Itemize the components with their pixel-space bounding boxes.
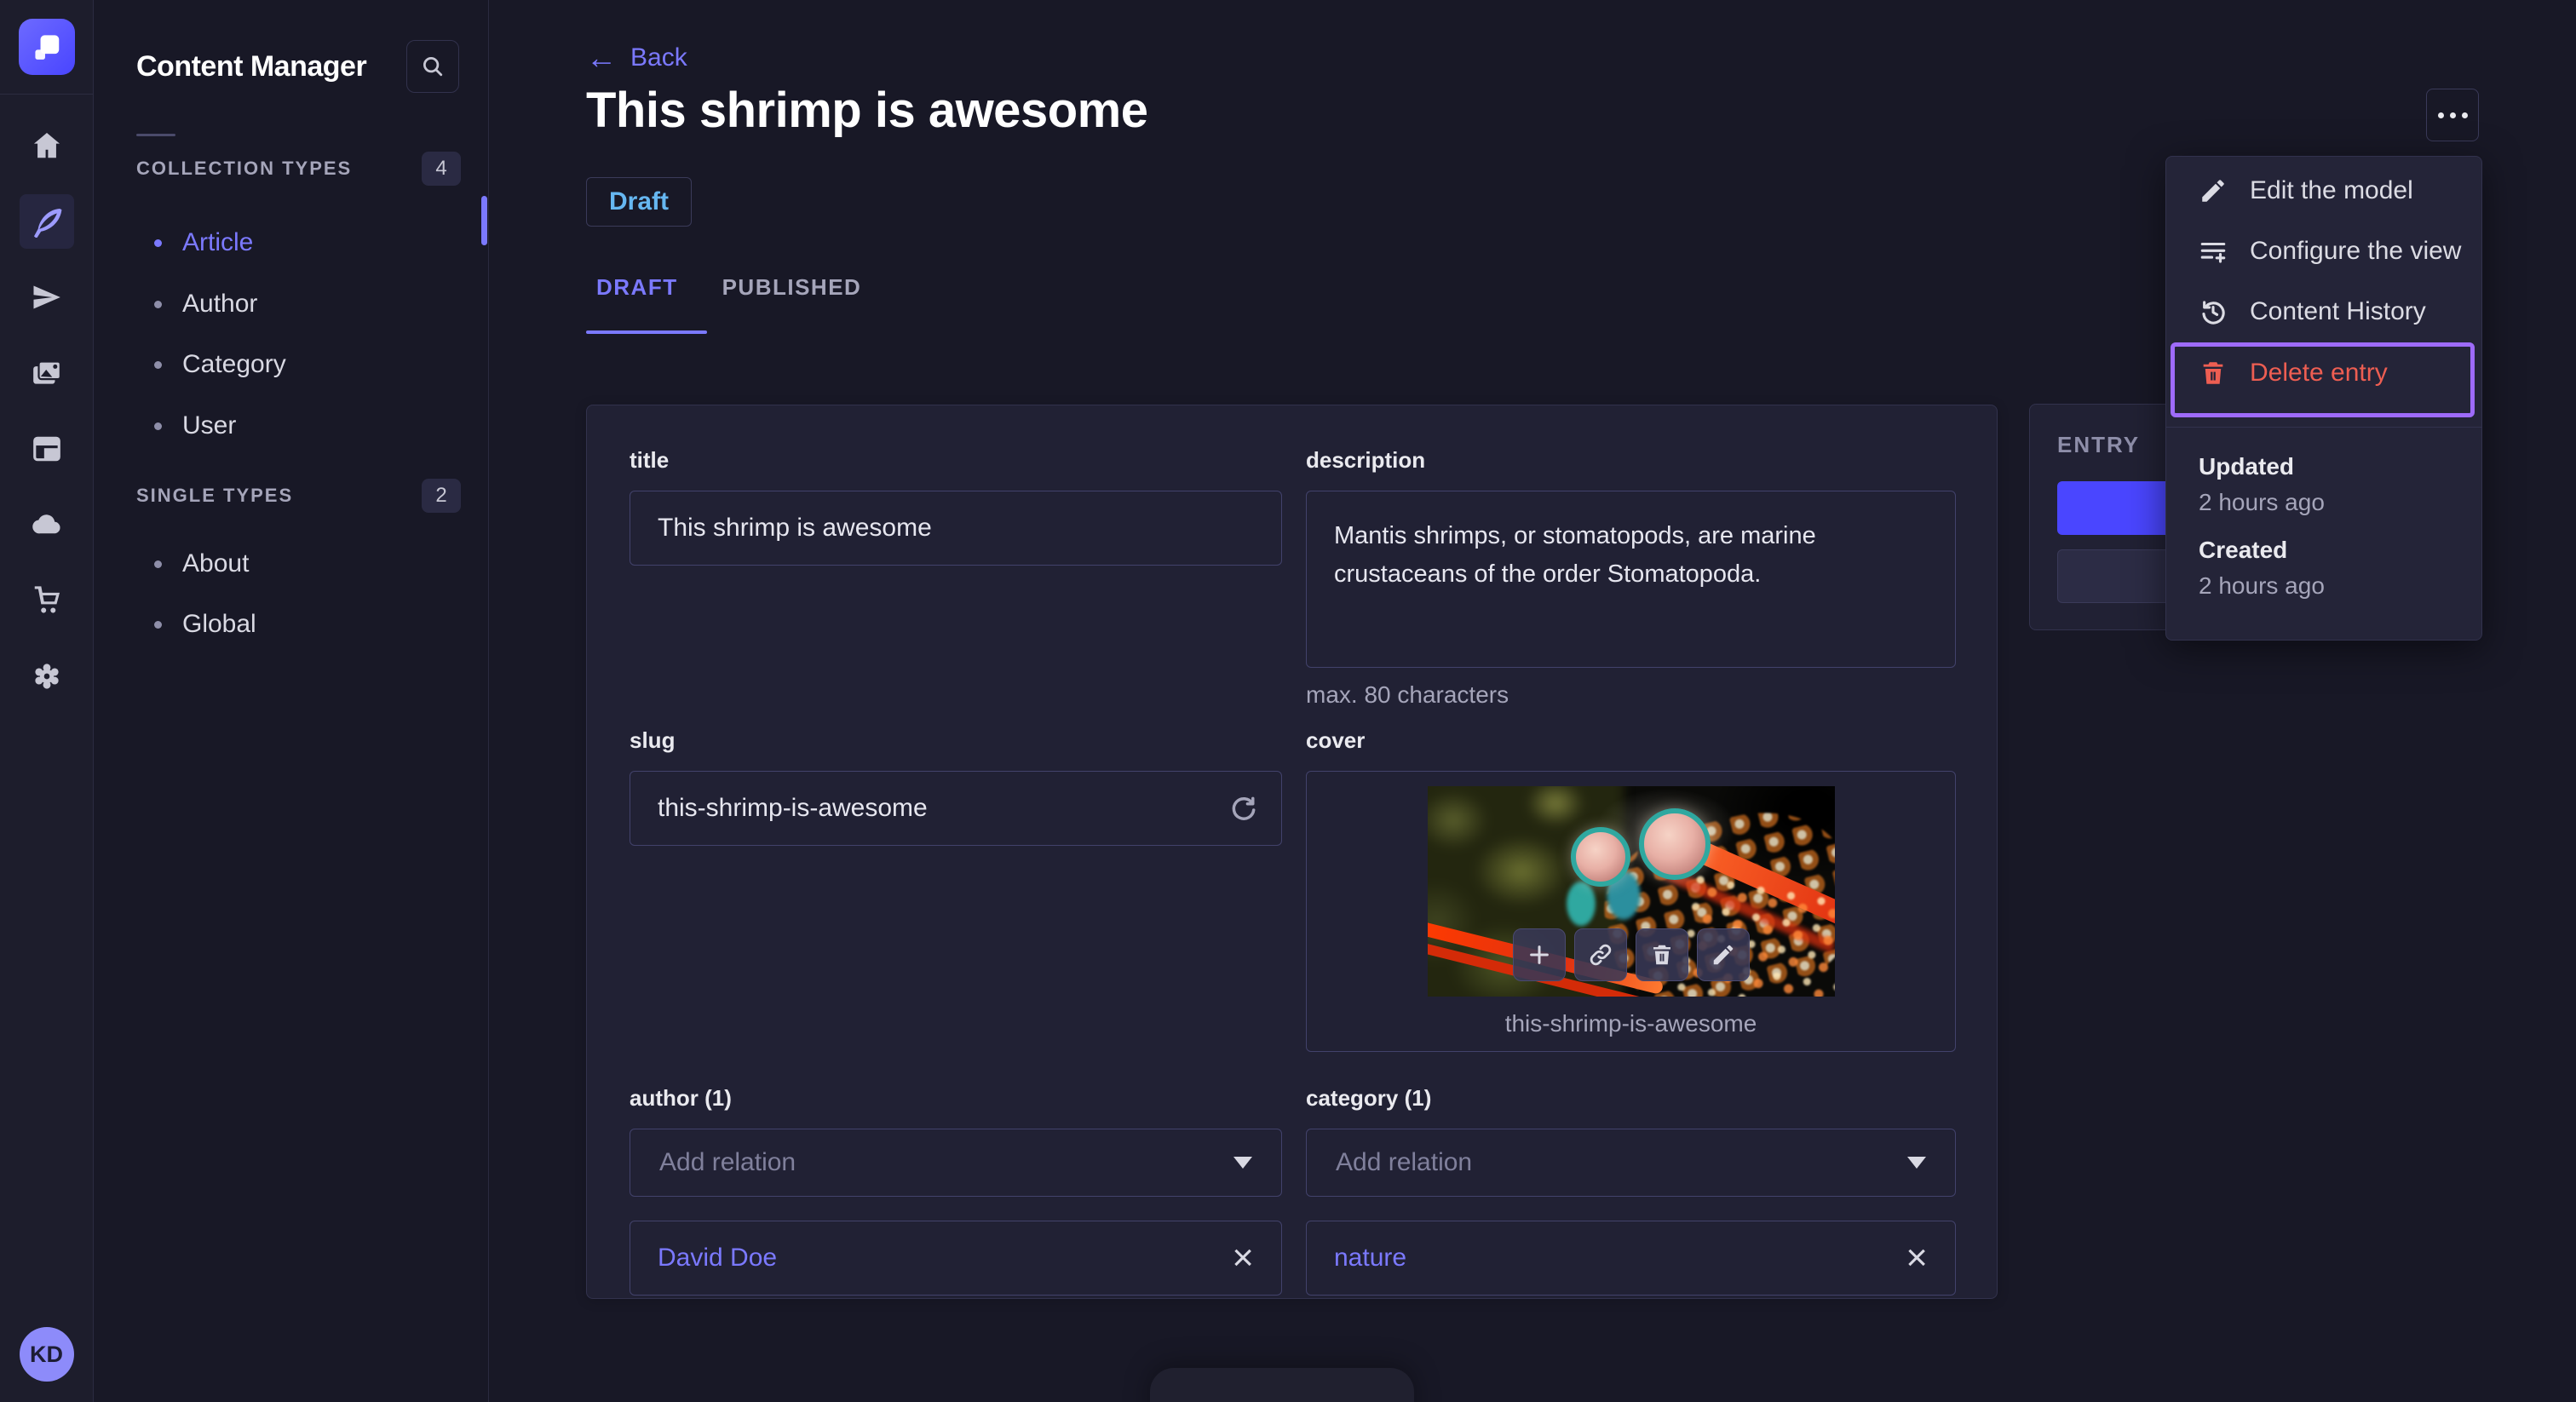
logo-container — [0, 0, 93, 95]
sidebar-item-global[interactable]: Global — [94, 600, 488, 649]
subnav-scrollbar-thumb[interactable] — [481, 196, 487, 245]
list-plus-icon — [2200, 242, 2226, 263]
status-badge: Draft — [586, 177, 693, 227]
content-manager-icon[interactable] — [19, 194, 74, 249]
more-actions-menu: Edit the model Configure the view Conten… — [2165, 156, 2482, 641]
releases-icon[interactable] — [20, 270, 74, 325]
sidebar-item-article[interactable]: Article — [94, 218, 488, 267]
content-manager-subnav: Content Manager COLLECTION TYPES 4 Artic… — [94, 0, 489, 1402]
cover-filename: this-shrimp-is-awesome — [1504, 1010, 1757, 1037]
description-textarea[interactable]: Mantis shrimps, or stomatopods, are mari… — [1306, 491, 1956, 668]
created-value: 2 hours ago — [2199, 572, 2325, 599]
relation-link-nature[interactable]: nature — [1334, 1244, 1406, 1273]
tab-published[interactable]: PUBLISHED — [712, 274, 872, 301]
menu-item-edit-the-model[interactable]: Edit the model — [2166, 160, 2481, 221]
trash-icon — [1653, 945, 1670, 965]
regenerate-slug-icon[interactable] — [1228, 794, 1260, 826]
bullet-icon — [154, 360, 162, 369]
strapi-logo[interactable] — [18, 19, 75, 75]
app-window: KD Content Manager COLLECTION TYPES 4 Ar… — [0, 0, 2576, 1402]
author-relation-select[interactable]: Add relation — [630, 1129, 1282, 1197]
subnav-divider — [136, 134, 175, 136]
title-input[interactable] — [630, 491, 1282, 566]
cover-image — [1428, 786, 1835, 997]
description-hint: max. 80 characters — [1306, 681, 1509, 708]
cover-action-bar — [1513, 928, 1750, 981]
chevron-down-icon — [1233, 1157, 1252, 1169]
home-icon[interactable] — [20, 118, 74, 173]
bullet-icon — [154, 238, 162, 247]
search-button[interactable] — [406, 40, 459, 93]
slug-input[interactable] — [630, 771, 1282, 846]
created-label: Created — [2199, 537, 2288, 563]
single-types-label: SINGLE TYPES — [136, 485, 294, 506]
floating-pill-button[interactable] — [1150, 1368, 1414, 1402]
author-relation-chip: David Doe × — [630, 1221, 1282, 1296]
category-relation-select[interactable]: Add relation — [1306, 1129, 1956, 1197]
remove-relation-icon[interactable]: × — [1906, 1239, 1928, 1277]
collection-types-label: COLLECTION TYPES — [136, 158, 353, 179]
updated-value: 2 hours ago — [2199, 489, 2325, 515]
bullet-icon — [154, 300, 162, 308]
cloud-icon[interactable] — [20, 497, 74, 552]
cover-asset-box: this-shrimp-is-awesome — [1306, 771, 1956, 1052]
link-icon — [1590, 944, 1612, 966]
sidebar-item-author[interactable]: Author — [94, 279, 488, 329]
nav-icon-list — [19, 118, 74, 704]
copy-link-button[interactable] — [1574, 928, 1627, 981]
settings-gear-icon[interactable] — [20, 649, 74, 704]
sidebar-item-about[interactable]: About — [94, 539, 488, 589]
active-tab-indicator — [586, 330, 707, 334]
content-type-builder-icon[interactable] — [20, 422, 74, 476]
remove-relation-icon[interactable]: × — [1232, 1239, 1254, 1277]
category-field-label: category (1) — [1306, 1085, 1432, 1111]
sidebar-item-user[interactable]: User — [94, 401, 488, 451]
edit-form-card: title description Mantis shrimps, or sto… — [586, 405, 1998, 1299]
media-library-icon[interactable] — [20, 346, 74, 400]
back-arrow-icon: ← — [586, 40, 617, 75]
pencil-icon — [1713, 945, 1734, 965]
single-types-count-badge: 2 — [422, 479, 461, 513]
description-field-label: description — [1306, 447, 1426, 473]
menu-item-configure-the-view[interactable]: Configure the view — [2166, 221, 2481, 281]
menu-divider — [2166, 427, 2481, 428]
slug-field-label: slug — [630, 727, 676, 753]
bullet-icon — [154, 620, 162, 629]
tab-bar: DRAFT PUBLISHED — [586, 274, 895, 301]
back-link[interactable]: ← Back — [586, 43, 687, 73]
entry-panel-title: ENTRY — [2057, 432, 2141, 457]
add-asset-button[interactable] — [1513, 928, 1566, 981]
delete-asset-button[interactable] — [1636, 928, 1688, 981]
pencil-icon — [2202, 179, 2224, 202]
relation-link-david-doe[interactable]: David Doe — [658, 1244, 777, 1273]
main-content: ← Back This shrimp is awesome Draft DRAF… — [489, 0, 2576, 1402]
collection-types-count-badge: 4 — [422, 152, 461, 186]
author-field-label: author (1) — [630, 1085, 732, 1111]
tab-draft[interactable]: DRAFT — [586, 274, 688, 301]
menu-item-content-history[interactable]: Content History — [2166, 281, 2481, 342]
trash-icon — [2203, 361, 2223, 384]
bullet-icon — [154, 560, 162, 568]
subnav-title: Content Manager — [136, 49, 367, 83]
cover-field-label: cover — [1306, 727, 1366, 753]
chevron-down-icon — [1907, 1157, 1926, 1169]
updated-label: Updated — [2199, 453, 2294, 480]
title-field-label: title — [630, 447, 670, 473]
marketplace-icon[interactable] — [20, 573, 74, 628]
user-avatar[interactable]: KD — [19, 1327, 74, 1382]
add-icon — [1530, 945, 1549, 964]
main-nav-sidebar: KD — [0, 0, 94, 1402]
bullet-icon — [154, 422, 162, 430]
edit-asset-button[interactable] — [1697, 928, 1750, 981]
history-icon — [2202, 300, 2225, 325]
page-title: This shrimp is awesome — [586, 83, 1148, 138]
category-relation-chip: nature × — [1306, 1221, 1956, 1296]
sidebar-item-category[interactable]: Category — [94, 340, 488, 389]
menu-item-delete-entry[interactable]: Delete entry — [2166, 342, 2481, 403]
more-actions-button[interactable] — [2426, 89, 2479, 141]
